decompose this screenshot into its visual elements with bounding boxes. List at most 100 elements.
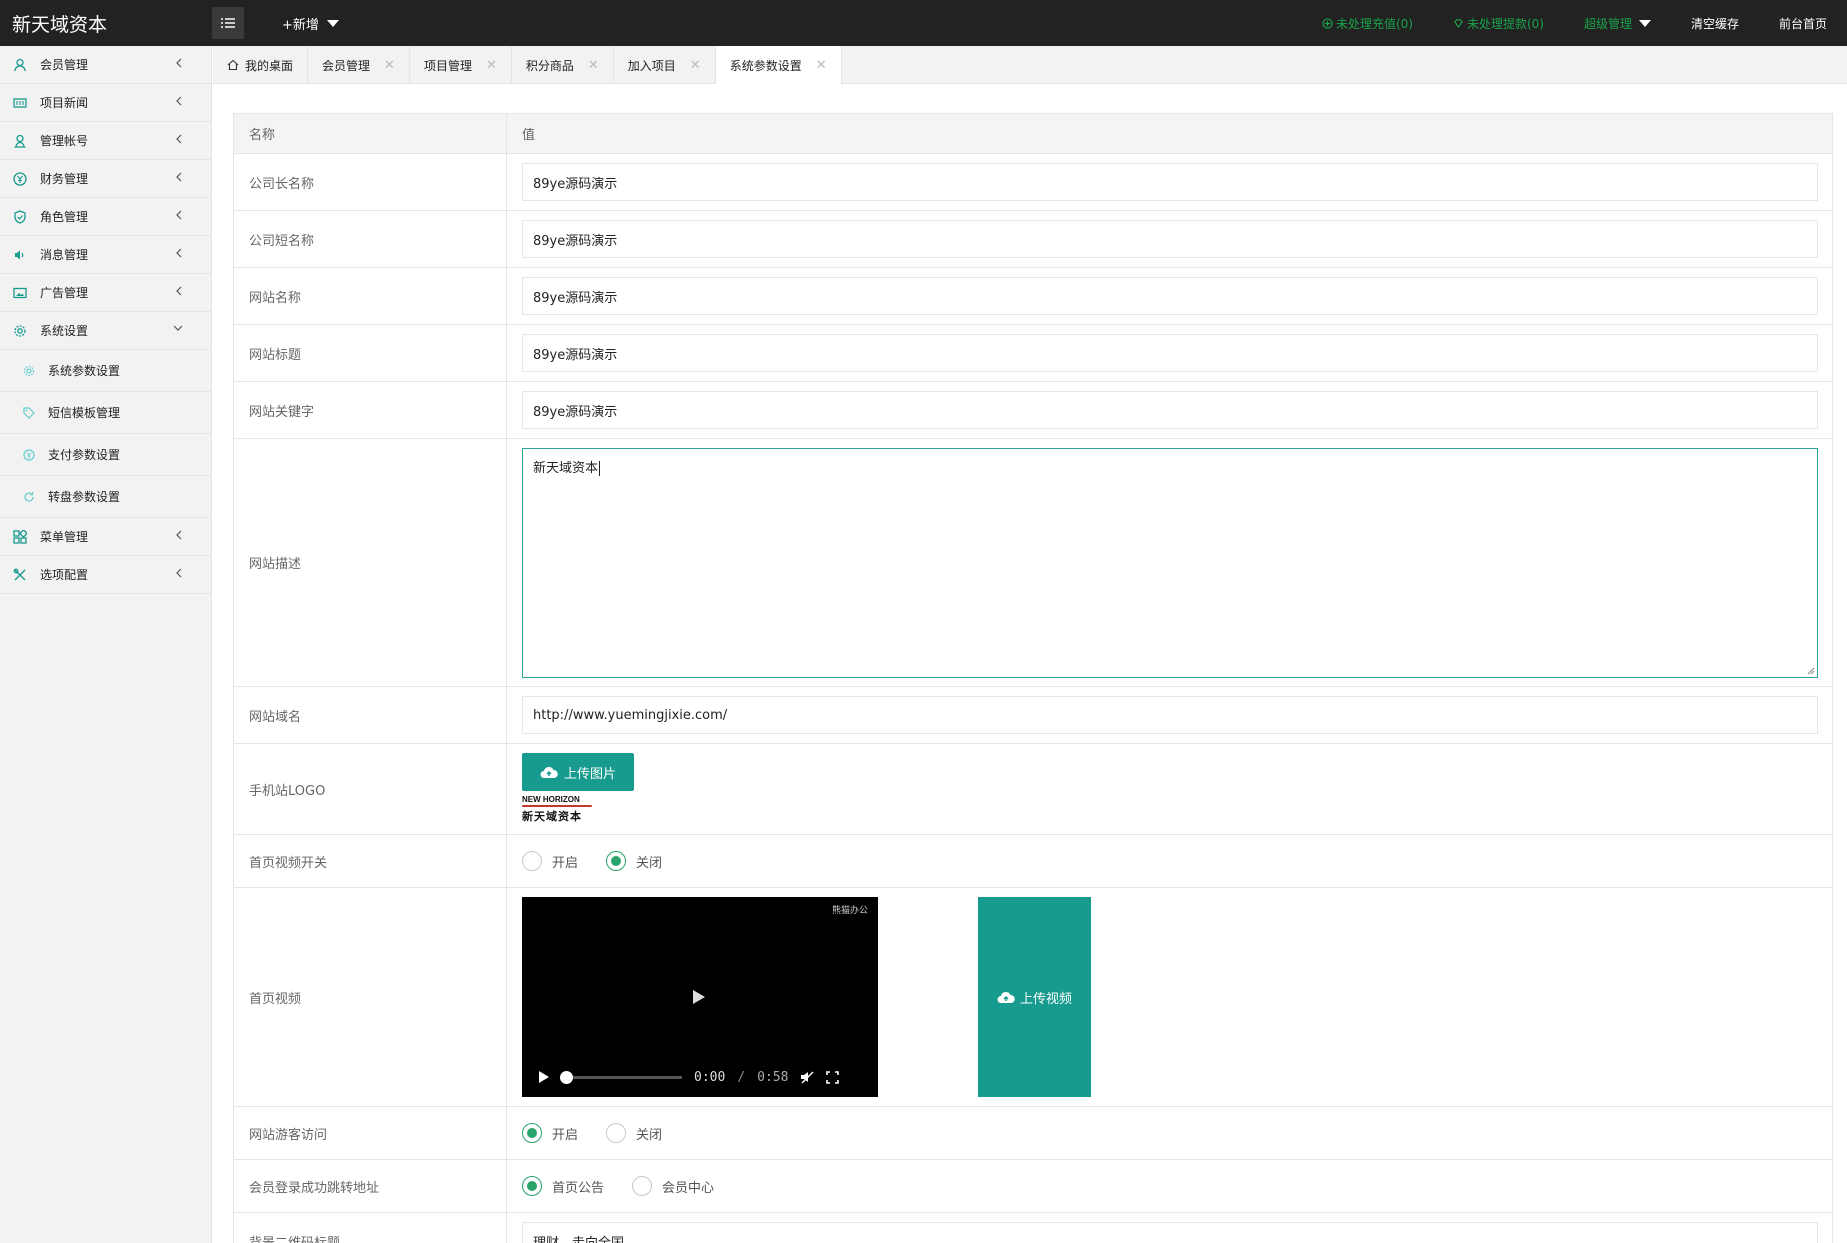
sidebar-item-menus[interactable]: 菜单管理 — [0, 518, 211, 556]
fullscreen-icon[interactable] — [826, 1070, 840, 1084]
new-dropdown[interactable]: +新增 — [282, 14, 339, 33]
sidebar-subitem-sms-templates[interactable]: 短信模板管理 — [0, 392, 211, 434]
site-name-input[interactable]: 89ye源码演示 — [522, 277, 1818, 315]
table-row: 网站描述 新天域资本 — [233, 438, 1833, 687]
text-cursor — [599, 460, 601, 476]
tab-label: 积分商品 — [525, 58, 574, 73]
progress-knob[interactable] — [560, 1070, 573, 1084]
chevron-left-icon — [176, 286, 182, 296]
sidebar-item-news[interactable]: 项目新闻 — [0, 84, 211, 122]
close-icon[interactable]: ✕ — [816, 58, 827, 73]
sidebar-item-accounts[interactable]: 管理帐号 — [0, 122, 211, 160]
row-label: 背景二维码标题 — [233, 1212, 507, 1243]
video-player[interactable]: 熊猫办公 0:00 / 0:58 — [522, 897, 878, 1097]
sidebar-item-roles[interactable]: 角色管理 — [0, 198, 211, 236]
sidebar-item-label: 财务管理 — [40, 172, 89, 186]
tag-icon — [22, 406, 36, 420]
row-label: 首页视频 — [233, 887, 507, 1107]
close-icon[interactable]: ✕ — [690, 58, 701, 73]
tab-join-project[interactable]: 加入项目 ✕ — [614, 46, 716, 84]
sidebar-item-label: 菜单管理 — [40, 530, 89, 544]
tab-my-desktop[interactable]: 我的桌面 — [213, 46, 309, 84]
pending-recharge-link[interactable]: 未处理充值(0) — [1302, 15, 1433, 32]
sidebar-item-label: 角色管理 — [40, 210, 89, 224]
tab-points-goods[interactable]: 积分商品 ✕ — [512, 46, 614, 84]
clear-cache-link[interactable]: 清空缓存 — [1671, 15, 1759, 32]
mute-icon[interactable] — [800, 1070, 814, 1084]
table-header-row: 名称 值 — [233, 113, 1833, 154]
site-title-input[interactable]: 89ye源码演示 — [522, 334, 1818, 372]
video-progress-bar[interactable] — [560, 1070, 682, 1084]
tab-projects[interactable]: 项目管理 ✕ — [410, 46, 512, 84]
top-bar: 新天域资本 +新增 未处理充值(0) 未处理提款(0) 超级管理 清空缓存 前台… — [0, 0, 1847, 46]
company-short-name-input[interactable]: 89ye源码演示 — [522, 220, 1818, 258]
radio-circle — [606, 1123, 627, 1143]
logo-swoosh — [522, 805, 592, 807]
video-time-separator: / — [737, 1069, 746, 1085]
settings-table: 名称 值 公司长名称 89ye源码演示 公司短名称 89ye源码演示 网站名称 … — [233, 113, 1833, 1243]
close-icon[interactable]: ✕ — [384, 58, 395, 73]
play-icon[interactable] — [692, 989, 706, 1005]
row-label: 网站域名 — [233, 686, 507, 744]
close-icon[interactable]: ✕ — [486, 58, 497, 73]
circle-plus-icon — [1322, 17, 1333, 29]
bg-qr-title-input[interactable]: 理财，走向全国 — [522, 1222, 1818, 1243]
video-row: 熊猫办公 0:00 / 0:58 上传视频 — [522, 889, 1818, 1105]
row-label: 网站标题 — [233, 324, 507, 382]
tab-system-params[interactable]: 系统参数设置 ✕ — [715, 46, 842, 85]
site-keywords-input[interactable]: 89ye源码演示 — [522, 391, 1818, 429]
textarea-text: 新天域资本 — [533, 460, 599, 476]
radio-guest-off[interactable]: 关闭 — [606, 1123, 662, 1143]
radio-label: 关闭 — [636, 1127, 663, 1143]
shield-icon — [12, 209, 28, 225]
row-label: 首页视频开关 — [233, 834, 507, 888]
play-icon[interactable] — [538, 1070, 550, 1084]
pending-withdraw-link[interactable]: 未处理提款(0) — [1433, 15, 1564, 32]
company-long-name-input[interactable]: 89ye源码演示 — [522, 163, 1818, 201]
radio-redirect-notice[interactable]: 首页公告 — [522, 1176, 604, 1196]
sidebar-subitem-label: 短信模板管理 — [48, 406, 121, 420]
upload-video-button[interactable]: 上传视频 — [978, 897, 1091, 1097]
sidebar-subitem-payment-params[interactable]: 支付参数设置 — [0, 434, 211, 476]
login-redirect-radios: 首页公告 会员中心 — [522, 1176, 1818, 1196]
logo-text-cn: 新天域资本 — [522, 810, 582, 823]
front-home-link[interactable]: 前台首页 — [1759, 15, 1847, 32]
site-description-textarea[interactable]: 新天域资本 — [522, 447, 1818, 678]
pending-withdraw-label: 未处理提款(0) — [1466, 16, 1544, 31]
radio-video-off[interactable]: 关闭 — [606, 851, 662, 871]
radio-guest-on[interactable]: 开启 — [522, 1123, 578, 1143]
tab-members[interactable]: 会员管理 ✕ — [308, 46, 410, 84]
table-row: 网站关键字 89ye源码演示 — [233, 381, 1833, 439]
finance-icon — [12, 171, 28, 187]
sidebar-item-options[interactable]: 选项配置 — [0, 556, 211, 594]
row-label: 手机站LOGO — [233, 743, 507, 835]
sidebar-subitem-wheel-params[interactable]: 转盘参数设置 — [0, 476, 211, 518]
guest-access-radios: 开启 关闭 — [522, 1123, 1818, 1143]
brand-title[interactable]: 新天域资本 — [0, 10, 212, 37]
sidebar-item-messages[interactable]: 消息管理 — [0, 236, 211, 274]
sidebar-subitem-system-params[interactable]: 系统参数设置 — [0, 350, 211, 392]
sidebar-item-members[interactable]: 会员管理 — [0, 46, 211, 84]
header-value: 值 — [506, 113, 1833, 154]
site-domain-input[interactable]: http://www.yuemingjixie.com/ — [522, 696, 1818, 734]
sidebar-item-system-settings[interactable]: 系统设置 — [0, 312, 211, 350]
radio-video-on[interactable]: 开启 — [522, 851, 578, 871]
chevron-left-icon — [176, 530, 182, 540]
image-icon — [12, 285, 28, 301]
radio-circle-checked — [522, 1123, 542, 1143]
radio-redirect-member-center[interactable]: 会员中心 — [632, 1176, 714, 1196]
sidebar-item-finance[interactable]: 财务管理 — [0, 160, 211, 198]
radio-label: 开启 — [552, 1127, 579, 1143]
upload-image-button[interactable]: 上传图片 — [522, 753, 635, 791]
menu-toggle-button[interactable] — [212, 7, 244, 39]
chevron-left-icon — [176, 210, 182, 220]
chevron-left-icon — [176, 172, 182, 182]
news-icon — [12, 95, 28, 111]
close-icon[interactable]: ✕ — [588, 58, 599, 73]
cloud-upload-icon — [540, 766, 558, 778]
sidebar-item-ads[interactable]: 广告管理 — [0, 274, 211, 312]
chevron-left-icon — [176, 248, 182, 258]
resize-handle-icon[interactable] — [1805, 665, 1815, 675]
table-row: 公司短名称 89ye源码演示 — [233, 210, 1833, 268]
admin-dropdown[interactable]: 超级管理 — [1564, 15, 1671, 32]
